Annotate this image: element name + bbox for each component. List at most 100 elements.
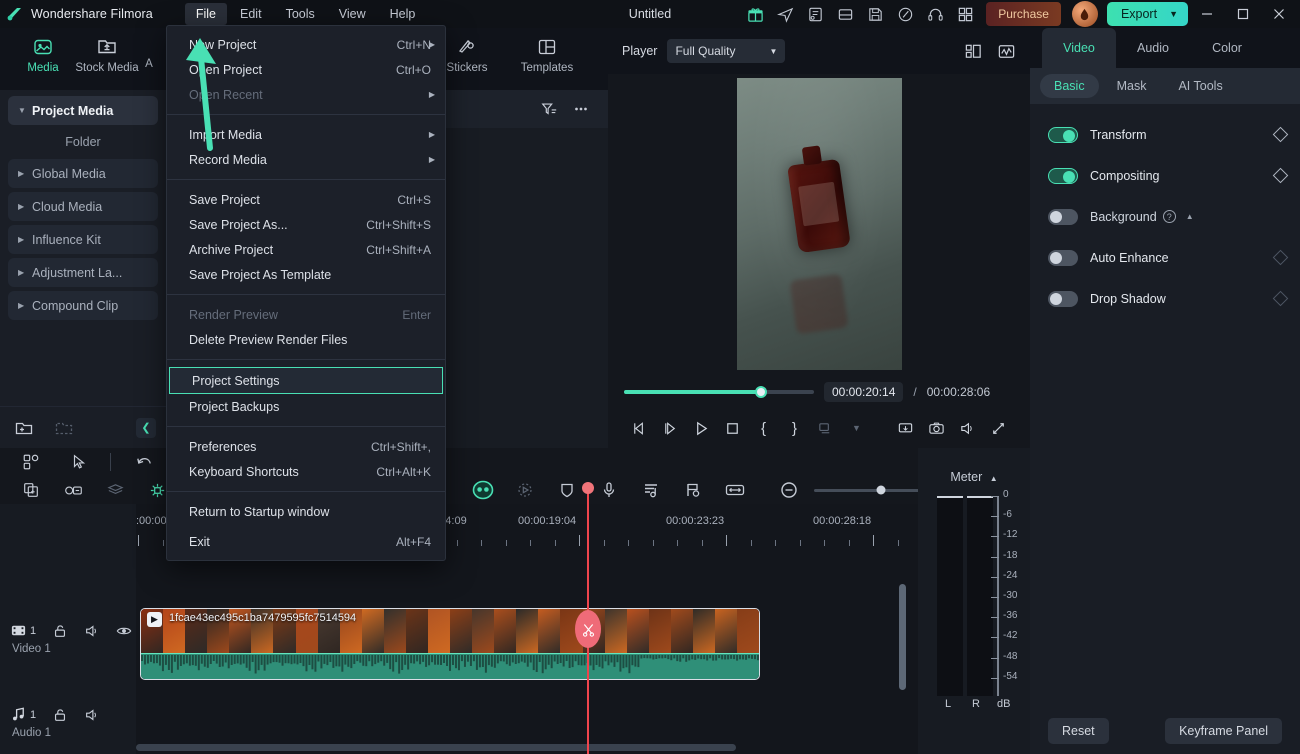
property-drop-shadow[interactable]: Drop Shadow [1030,278,1300,319]
menu-save-project-as[interactable]: Save Project As... Ctrl+Shift+S [167,212,445,237]
meter-title[interactable]: Meter ▲ [918,448,1030,484]
menu-save-project[interactable]: Save Project Ctrl+S [167,187,445,212]
menu-new-project[interactable]: New Project Ctrl+N ▶ [167,32,445,57]
gift-icon[interactable] [740,0,770,28]
caret-right-icon[interactable]: ▶ [18,169,32,178]
tree-item-global-media[interactable]: ▶ Global Media [8,159,158,188]
crop-icon[interactable] [98,473,132,507]
lock-icon[interactable] [52,623,68,639]
stop-icon[interactable] [717,413,748,443]
filter-icon[interactable] [540,100,558,118]
menu-tools[interactable]: Tools [275,3,326,25]
menu-view[interactable]: View [328,3,377,25]
fullscreen-icon[interactable] [983,413,1014,443]
menu-return-to-startup-window[interactable]: Return to Startup window [167,499,445,524]
mute-icon[interactable] [84,707,100,723]
prev-frame-icon[interactable] [624,413,655,443]
seek-bar[interactable] [624,386,814,398]
qr-icon[interactable] [950,0,980,28]
link-icon[interactable] [56,473,90,507]
caret-up-icon[interactable]: ▲ [990,474,998,483]
tab-audio[interactable]: Audio [1116,28,1190,68]
menu-file[interactable]: File [184,3,228,25]
delete-folder-icon[interactable] [54,418,74,438]
shield-icon[interactable] [550,473,584,507]
quality-select[interactable]: Full Quality ▼ [667,39,786,63]
menu-project-settings[interactable]: Project Settings [169,367,443,394]
waveform-icon[interactable] [997,42,1016,61]
chevron-down-icon[interactable]: ▼ [770,47,778,56]
new-folder-icon[interactable] [14,418,34,438]
property-compositing[interactable]: Compositing [1030,155,1300,196]
file-menu-dropdown[interactable]: New Project Ctrl+N ▶ Open Project Ctrl+O… [166,25,446,561]
purchase-button[interactable]: Purchase [986,2,1061,26]
property-auto-enhance[interactable]: Auto Enhance [1030,237,1300,278]
menu-open-project[interactable]: Open Project Ctrl+O [167,57,445,82]
audio-list-icon[interactable] [634,473,668,507]
playhead-handle[interactable] [582,482,594,494]
tab-color[interactable]: Color [1190,28,1264,68]
next-frame-icon[interactable] [655,413,686,443]
export-button[interactable]: Export ▼ [1106,2,1188,26]
lock-icon[interactable] [52,707,68,723]
subtab-mask[interactable]: Mask [1103,74,1161,98]
caret-down-icon[interactable]: ▼ [18,106,32,115]
collapse-panel-icon[interactable]: ❮ [136,417,156,438]
minimize-icon[interactable] [1190,0,1224,28]
close-icon[interactable] [1262,0,1296,28]
snapshot-icon[interactable] [921,413,952,443]
menu-exit[interactable]: Exit Alt+F4 [167,529,445,554]
mark-in-icon[interactable]: { [748,413,779,443]
auto-enhance-toggle[interactable] [1048,249,1078,266]
tree-item-adjustment-layer[interactable]: ▶ Adjustment La... [8,258,158,287]
timeline-zoom-slider[interactable] [814,485,922,495]
clip-play-icon[interactable]: ▶ [147,612,162,627]
tree-item-compound-clip[interactable]: ▶ Compound Clip [8,291,158,320]
property-background[interactable]: Background ? ▲ [1030,196,1300,237]
timeline-tracks[interactable]: ▶ 1fcae43ec495c1ba7479595fc7514594 [136,554,910,754]
menu-record-media[interactable]: Record Media ▶ [167,147,445,172]
menu-project-backups[interactable]: Project Backups [167,394,445,419]
scissors-icon[interactable] [575,610,601,648]
tab-stickers[interactable]: Stickers [438,36,496,74]
compositing-toggle[interactable] [1048,167,1078,184]
keyframe-diamond-icon[interactable] [1272,290,1289,307]
playhead[interactable] [575,482,601,754]
fit-icon[interactable] [718,473,752,507]
tab-audio[interactable]: A [142,36,156,70]
menu-help[interactable]: Help [379,3,427,25]
tab-templates[interactable]: Templates [518,36,576,74]
copy-icon[interactable] [14,473,48,507]
timeline-zoom-handle[interactable] [876,485,886,495]
caret-right-icon[interactable]: ▶ [18,235,32,244]
reset-button[interactable]: Reset [1048,718,1109,744]
mute-icon[interactable] [84,623,100,639]
play-icon[interactable] [686,413,717,443]
keyframe-diamond-icon[interactable] [1272,249,1289,266]
tab-media[interactable]: Media [14,36,72,74]
menu-import-media[interactable]: Import Media ▶ [167,122,445,147]
timeline-horizontal-scrollbar[interactable] [136,744,736,751]
more-options-icon[interactable] [572,100,590,118]
background-toggle[interactable] [1048,208,1078,225]
layout-icon[interactable] [830,0,860,28]
eye-icon[interactable] [116,623,132,639]
menu-preferences[interactable]: Preferences Ctrl+Shift+, [167,434,445,459]
keyframe-panel-button[interactable]: Keyframe Panel [1165,718,1282,744]
chevron-down-icon[interactable]: ▼ [1169,9,1178,19]
grid-view-icon[interactable] [964,42,983,61]
marker-icon[interactable] [676,473,710,507]
chevron-down-icon[interactable]: ▼ [841,413,872,443]
video-stage[interactable] [608,74,1030,374]
save-icon[interactable] [860,0,890,28]
caret-up-icon[interactable]: ▲ [1186,212,1194,221]
keyframe-diamond-icon[interactable] [1272,126,1289,143]
ai-robot-icon[interactable] [466,473,500,507]
tree-item-project-media[interactable]: ▼ Project Media [8,96,158,125]
keyframe-diamond-icon[interactable] [1272,167,1289,184]
menu-edit[interactable]: Edit [229,3,273,25]
maximize-icon[interactable] [1226,0,1260,28]
transform-toggle[interactable] [1048,126,1078,143]
send-icon[interactable] [770,0,800,28]
avatar[interactable] [1071,1,1098,27]
